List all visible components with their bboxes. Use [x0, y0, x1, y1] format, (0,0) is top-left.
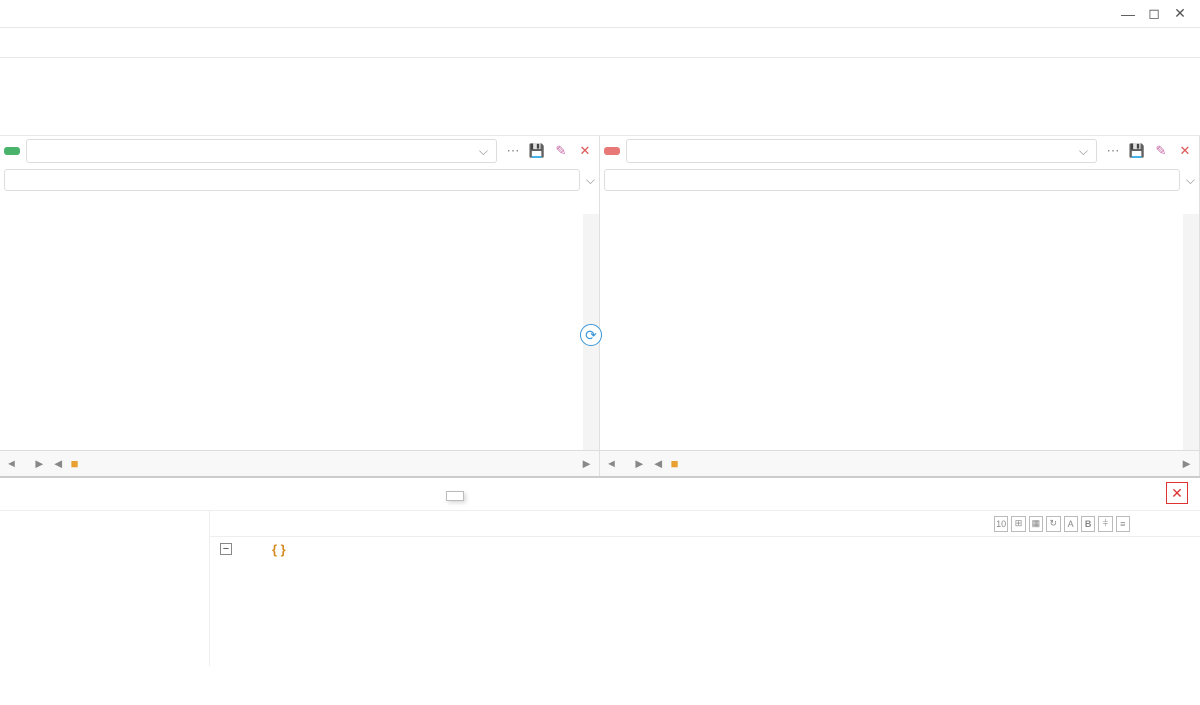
save-icon[interactable]: 💾	[1127, 141, 1147, 161]
sheet-next[interactable]: ►	[633, 456, 646, 471]
sheet-next[interactable]: ►	[33, 456, 46, 471]
diff-group-row[interactable]: − { }	[210, 537, 1200, 561]
maximize-button[interactable]: ◻	[1144, 4, 1164, 24]
file2-path-input[interactable]: ⌵	[626, 139, 1097, 163]
file2-badge	[604, 147, 620, 155]
more-icon[interactable]: ⋯	[503, 141, 523, 161]
hscroll-left[interactable]: ◄	[652, 456, 665, 471]
hscroll-left[interactable]: ◄	[52, 456, 65, 471]
sheet-prev[interactable]: ◄	[606, 458, 617, 470]
hscroll-right[interactable]: ►	[580, 456, 593, 471]
tool-icon[interactable]: ≡	[1116, 516, 1130, 532]
save-icon[interactable]: 💾	[527, 141, 547, 161]
fx-icon[interactable]: ⌵	[586, 173, 595, 188]
tool-icon[interactable]: ▦	[1029, 516, 1043, 532]
group-icon: { }	[272, 542, 286, 557]
chevron-down-icon[interactable]: ⌵	[479, 144, 488, 159]
close-button[interactable]: ✕	[1170, 4, 1190, 24]
tool-icon[interactable]: ↻	[1046, 516, 1060, 532]
sheet-prev[interactable]: ◄	[6, 458, 17, 470]
tool-icon[interactable]: A	[1064, 516, 1078, 532]
sync-scroll-button[interactable]: ⟳	[580, 324, 602, 346]
minimize-button[interactable]: —	[1118, 4, 1138, 24]
file2-formula-input[interactable]	[604, 169, 1180, 191]
more-icon[interactable]: ⋯	[1103, 141, 1123, 161]
tool-icon[interactable]: ⊞	[1011, 516, 1025, 532]
tool-icon[interactable]: ⫩	[1098, 516, 1112, 532]
edit-icon[interactable]: ✎	[551, 141, 571, 161]
tool-icon[interactable]: B	[1081, 516, 1095, 532]
edit-icon[interactable]: ✎	[1151, 141, 1171, 161]
collapse-icon[interactable]: −	[220, 543, 232, 555]
remove-icon[interactable]: ✕	[575, 141, 595, 161]
fx-icon[interactable]: ⌵	[1186, 173, 1195, 188]
file1-badge	[4, 147, 20, 155]
cell-tooltip	[446, 491, 464, 501]
close-panel-button[interactable]: ✕	[1166, 482, 1188, 504]
remove-icon[interactable]: ✕	[1175, 141, 1195, 161]
hscroll-right[interactable]: ►	[1180, 456, 1193, 471]
scrollbar-vertical[interactable]	[1183, 214, 1199, 450]
chevron-down-icon[interactable]: ⌵	[1079, 144, 1088, 159]
file1-formula-input[interactable]	[4, 169, 580, 191]
tool-icon[interactable]: 10	[994, 516, 1008, 532]
file1-path-input[interactable]: ⌵	[26, 139, 497, 163]
